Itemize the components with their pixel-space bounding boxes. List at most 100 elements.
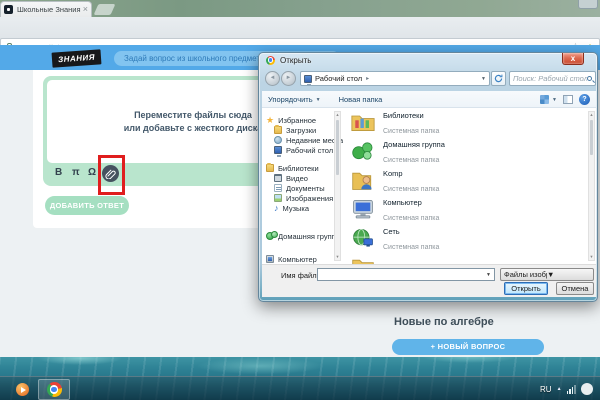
scrollbar-thumb[interactable] xyxy=(590,120,593,155)
dialog-body: ★ Избранное Загрузки Недавние места Рабо… xyxy=(262,108,596,264)
computer-icon xyxy=(266,255,274,263)
tray-expand-icon[interactable]: ▲ xyxy=(557,386,562,392)
pi-button[interactable]: π xyxy=(72,167,80,178)
new-question-button[interactable]: + НОВЫЙ ВОПРОС xyxy=(392,339,544,355)
file-item-network[interactable]: Сеть Системная папка xyxy=(351,227,551,253)
sidebar-item-homegroup[interactable]: Домашняя группа xyxy=(266,231,344,241)
breadcrumb-dropdown-icon[interactable]: ▼ xyxy=(481,76,486,82)
taskbar: RU ▲ xyxy=(0,376,600,400)
dialog-close-button[interactable]: x xyxy=(562,53,584,65)
dropzone-text-line1: Переместите файлы сюда xyxy=(134,109,252,122)
homegroup-spheres-icon xyxy=(351,140,375,162)
sidebar-label: Документы xyxy=(286,184,325,193)
sidebar-label: Библиотеки xyxy=(278,164,319,173)
breadcrumb[interactable]: Рабочий стол ▸ ▼ xyxy=(300,71,490,86)
refresh-button[interactable] xyxy=(491,71,506,86)
file-type: Системная папка xyxy=(383,186,439,193)
folder-icon xyxy=(351,256,375,264)
music-icon: ♪ xyxy=(274,204,279,212)
breadcrumb-location: Рабочий стол xyxy=(315,74,362,83)
open-button[interactable]: Открыть xyxy=(504,282,548,295)
taskbar-chrome-button[interactable] xyxy=(38,379,70,400)
file-name: Компьютер xyxy=(383,198,439,207)
scroll-down-icon[interactable]: ▼ xyxy=(335,254,340,260)
views-button[interactable]: ▼ xyxy=(540,95,557,104)
file-item-user-folder[interactable]: Komp Системная папка xyxy=(351,169,551,195)
chrome-icon xyxy=(266,56,275,65)
taskbar-app-icon[interactable] xyxy=(16,383,29,396)
pictures-icon xyxy=(274,194,282,202)
sidebar-label: Избранное xyxy=(278,116,316,125)
file-item-libraries[interactable]: Библиотеки Системная папка xyxy=(351,111,551,137)
browser-tab[interactable]: Школьные Знания.com × xyxy=(0,1,92,17)
file-type: Системная папка xyxy=(383,157,439,164)
file-item-partial[interactable] xyxy=(351,256,551,264)
site-logo[interactable]: ЗНАНИЯ xyxy=(52,49,102,67)
file-item-homegroup[interactable]: Домашняя группа Системная папка xyxy=(351,140,551,166)
filetype-value: Файлы изображений xyxy=(504,270,547,279)
scroll-up-icon[interactable]: ▲ xyxy=(589,112,594,118)
desktop-icon xyxy=(304,75,312,83)
sidebar-label: Рабочий стол xyxy=(286,146,333,155)
list-scrollbar[interactable]: ▲ ▼ xyxy=(588,111,595,261)
desktop-icon xyxy=(274,146,282,154)
highlight-red-box xyxy=(98,155,125,195)
new-folder-button[interactable]: Новая папка xyxy=(339,95,383,104)
dialog-search-input[interactable]: Поиск: Рабочий стол xyxy=(509,71,596,86)
dialog-nav-row: ◄ ► Рабочий стол ▸ ▼ Поиск: Рабочий стол xyxy=(262,67,596,91)
star-icon: ★ xyxy=(266,116,274,124)
sidebar-label: Видео xyxy=(286,174,308,183)
filename-input[interactable]: ▼ xyxy=(317,268,495,281)
omega-button[interactable]: Ω xyxy=(88,167,96,178)
tab-close-icon[interactable]: × xyxy=(83,5,88,14)
file-type: Системная папка xyxy=(383,215,439,222)
window-control-button[interactable] xyxy=(578,0,598,9)
network-icon[interactable] xyxy=(567,385,576,394)
language-indicator[interactable]: RU xyxy=(540,385,552,394)
bold-button[interactable]: B xyxy=(55,167,62,178)
views-icon xyxy=(540,95,549,104)
chrome-icon xyxy=(47,382,62,397)
file-name: Библиотеки xyxy=(383,111,439,120)
site-favicon-icon xyxy=(4,5,13,14)
recent-places-icon xyxy=(274,136,282,144)
preview-pane-icon[interactable] xyxy=(563,95,573,104)
dialog-footer: Имя файла: ▼ Файлы изображений ▼ Открыть… xyxy=(262,264,596,297)
breadcrumb-arrow-icon: ▸ xyxy=(366,75,369,82)
filetype-select[interactable]: Файлы изображений ▼ xyxy=(500,268,594,281)
sidebar-item-libraries[interactable]: Библиотеки xyxy=(266,163,344,173)
refresh-icon xyxy=(494,74,503,83)
dialog-title: Открыть xyxy=(280,56,311,65)
filename-dropdown-icon[interactable]: ▼ xyxy=(486,272,491,278)
sidebar-item-favorites[interactable]: ★ Избранное xyxy=(266,115,344,125)
file-name: Komp xyxy=(383,169,439,178)
back-button[interactable]: ◄ xyxy=(265,71,280,86)
network-globe-icon xyxy=(351,227,375,249)
forward-button[interactable]: ► xyxy=(281,71,296,86)
sidebar-label: Изображения xyxy=(286,194,333,203)
add-answer-button[interactable]: ДОБАВИТЬ ОТВЕТ xyxy=(45,196,129,215)
dialog-titlebar[interactable]: Открыть xyxy=(259,53,597,67)
file-name: Домашняя группа xyxy=(383,140,445,149)
sidebar-label: Загрузки xyxy=(286,126,316,135)
toolbar-right-icons: ▼ ? xyxy=(540,94,590,105)
cancel-button[interactable]: Отмена xyxy=(556,282,594,295)
computer-monitor-icon xyxy=(351,198,375,220)
documents-icon xyxy=(274,184,282,192)
sidebar-label: Компьютер xyxy=(278,255,317,264)
sidebar-label: Домашняя группа xyxy=(278,232,340,241)
help-icon[interactable]: ? xyxy=(579,94,590,105)
tray-status-icon[interactable] xyxy=(581,383,593,395)
dialog-toolbar: Упорядочить ▼ Новая папка ▼ ? xyxy=(262,91,596,108)
sidebar-item-computer[interactable]: Компьютер xyxy=(266,254,344,264)
scrollbar-thumb[interactable] xyxy=(336,120,339,175)
video-icon xyxy=(274,174,282,182)
sidebar-label: Музыка xyxy=(283,204,310,213)
sidebar-scrollbar[interactable]: ▲ ▼ xyxy=(334,111,341,261)
organize-button[interactable]: Упорядочить xyxy=(268,95,313,104)
dropzone-text-line2: или добавьте с жесткого диска xyxy=(124,122,263,135)
scroll-down-icon[interactable]: ▼ xyxy=(589,254,594,260)
file-item-computer[interactable]: Компьютер Системная папка xyxy=(351,198,551,224)
scroll-up-icon[interactable]: ▲ xyxy=(335,112,340,118)
tab-title: Школьные Знания.com xyxy=(17,5,81,14)
